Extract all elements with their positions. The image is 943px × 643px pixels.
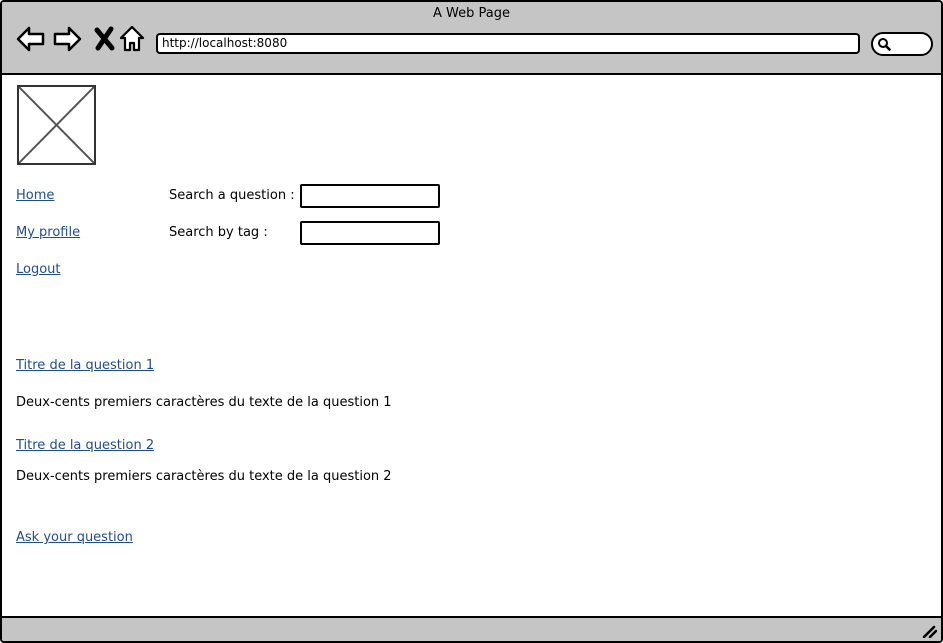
- question-excerpt: Deux-cents premiers caractères du texte …: [16, 395, 392, 410]
- search-question-input[interactable]: [300, 184, 440, 208]
- nav-home-link[interactable]: Home: [16, 188, 54, 203]
- forward-arrow-icon[interactable]: [52, 24, 82, 54]
- search-tag-label: Search by tag :: [169, 225, 268, 240]
- question-title-link[interactable]: Titre de la question 2: [16, 438, 154, 453]
- question-excerpt: Deux-cents premiers caractères du texte …: [16, 469, 392, 484]
- question-title-link[interactable]: Titre de la question 1: [16, 358, 154, 373]
- nav-my-profile-link[interactable]: My profile: [16, 225, 80, 240]
- search-question-label: Search a question :: [169, 188, 295, 203]
- home-icon[interactable]: [118, 24, 148, 54]
- close-x-icon[interactable]: [90, 24, 120, 54]
- status-bar: [2, 616, 941, 641]
- search-icon: [878, 38, 891, 51]
- browser-search-field[interactable]: [871, 32, 933, 56]
- nav-logout-link[interactable]: Logout: [16, 262, 61, 277]
- search-tag-input[interactable]: [300, 221, 440, 245]
- browser-toolbar: A Web Page http://localhost:8080: [2, 2, 941, 75]
- ask-question-link[interactable]: Ask your question: [16, 530, 133, 545]
- browser-window: A Web Page http://localhost:8080 Home My…: [0, 0, 943, 643]
- url-bar[interactable]: http://localhost:8080: [156, 33, 860, 54]
- logo-image-placeholder: [17, 85, 96, 165]
- window-title: A Web Page: [433, 6, 510, 21]
- back-arrow-icon[interactable]: [16, 24, 46, 54]
- resize-grip-icon[interactable]: [921, 622, 937, 638]
